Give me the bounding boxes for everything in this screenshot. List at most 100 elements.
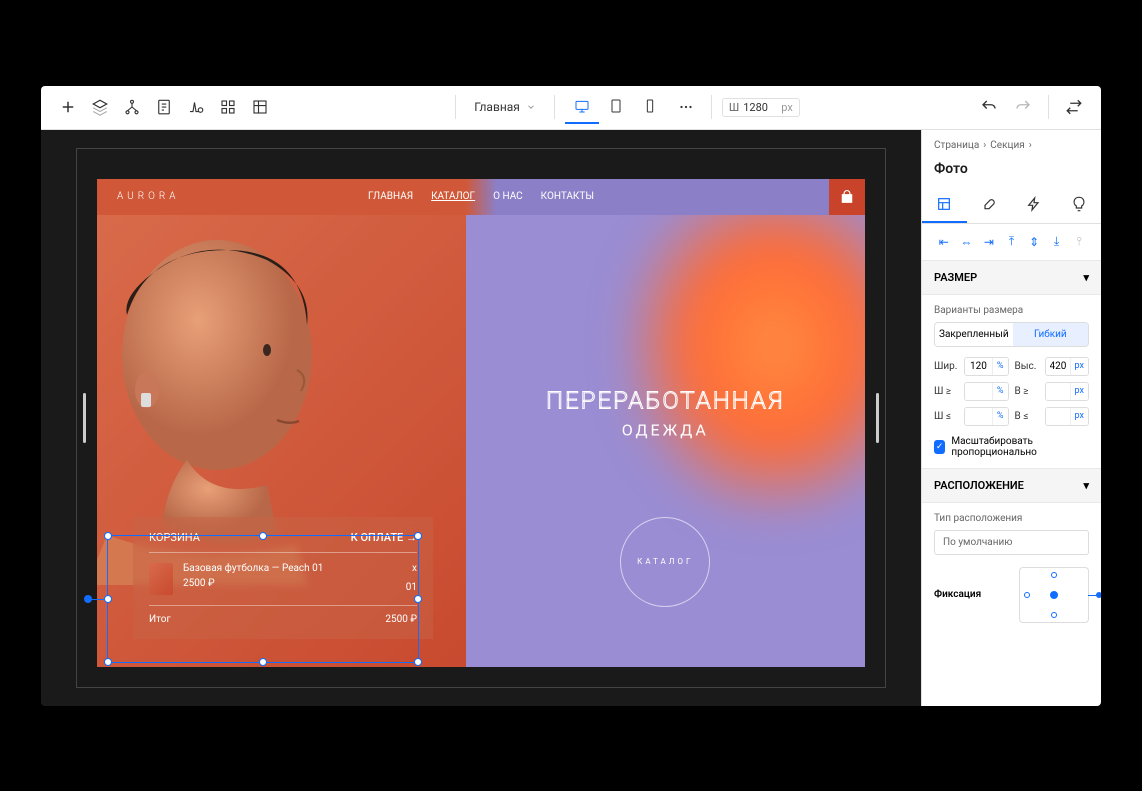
dock-grid[interactable] — [1019, 567, 1089, 623]
canvas-width-input[interactable]: Ш px — [722, 98, 800, 117]
tablet-tab[interactable] — [599, 90, 633, 124]
max-height-input[interactable] — [1046, 408, 1070, 425]
size-mode-toggle: Закрепленный Гибкий — [934, 322, 1089, 347]
breadcrumb-page[interactable]: Страница — [934, 140, 979, 151]
site-canvas[interactable]: AURORA ГЛАВНАЯ КАТАЛОГ О НАС КОНТАКТЫ — [97, 179, 865, 667]
hero-heading[interactable]: ПЕРЕРАБОТАННАЯ — [546, 387, 785, 415]
width-label: Ш — [729, 101, 739, 114]
swap-button[interactable] — [1059, 92, 1089, 122]
dock-top[interactable] — [1051, 572, 1057, 578]
cart-total-label: Итог — [149, 614, 171, 625]
site-tree-button[interactable] — [117, 92, 147, 122]
size-section-body: Варианты размера Закрепленный Гибкий Шир… — [922, 295, 1101, 468]
anchor-point[interactable] — [84, 595, 92, 603]
add-button[interactable] — [53, 92, 83, 122]
cart-remove-button[interactable]: x — [406, 563, 417, 574]
dock-right-ext[interactable] — [1096, 592, 1101, 598]
position-section-header[interactable]: РАСПОЛОЖЕНИЕ ▾ — [922, 468, 1101, 503]
nav-catalog[interactable]: КАТАЛОГ — [431, 191, 475, 202]
hero-section: ПЕРЕРАБОТАННАЯ ОДЕЖДА КАТАЛОГ КОРЗИНА К … — [97, 215, 865, 667]
position-section-body: Тип расположения По умолчанию Фиксация — [922, 503, 1101, 633]
layers-button[interactable] — [85, 92, 115, 122]
breadcrumb: Страница › Секция › — [922, 130, 1101, 157]
interactions-tab[interactable] — [1012, 187, 1057, 223]
min-width-unit[interactable]: % — [992, 383, 1008, 400]
align-bottom-button[interactable]: ⤓ — [1047, 232, 1067, 252]
catalog-button[interactable]: КАТАЛОГ — [620, 517, 710, 607]
dock-center[interactable] — [1050, 591, 1058, 599]
site-logo[interactable]: AURORA — [117, 191, 179, 202]
page-dropdown[interactable]: Главная — [466, 96, 544, 118]
chevron-down-icon: ▾ — [1083, 271, 1089, 284]
canvas-area[interactable]: AURORA ГЛАВНАЯ КАТАЛОГ О НАС КОНТАКТЫ — [41, 130, 921, 706]
min-height-input[interactable] — [1046, 383, 1070, 400]
inspector-panel: Страница › Секция › Фото ⇤ ⇔ ⇥ ⤒ ⇕ ⤓ ⫯ — [921, 130, 1101, 706]
width-field[interactable] — [743, 101, 777, 114]
hero-gradient[interactable]: ПЕРЕРАБОТАННАЯ ОДЕЖДА КАТАЛОГ — [466, 215, 865, 667]
nav-about[interactable]: О НАС — [493, 191, 523, 202]
max-width-label: Ш ≤ — [934, 411, 960, 422]
undo-button[interactable] — [974, 92, 1004, 122]
width-label: Шир. — [934, 361, 960, 372]
min-width-label: Ш ≥ — [934, 386, 960, 397]
position-type-dropdown[interactable]: По умолчанию — [934, 530, 1089, 555]
height-input[interactable] — [1046, 358, 1070, 375]
align-middle-button[interactable]: ⇕ — [1024, 232, 1044, 252]
cart-title: КОРЗИНА — [149, 531, 200, 544]
cart-item-thumb — [149, 563, 173, 595]
apps-button[interactable] — [213, 92, 243, 122]
min-height-unit[interactable]: px — [1070, 383, 1088, 400]
align-right-button[interactable]: ⇥ — [979, 232, 999, 252]
cart-item: Базовая футболка — Peach 01 2500 ₽ x 01 — [149, 563, 417, 595]
scale-proportional-row[interactable]: ✓ Масштабировать пропорционально — [934, 436, 1089, 458]
more-breakpoints-button[interactable] — [671, 92, 701, 122]
distribute-button[interactable]: ⫯ — [1069, 232, 1089, 252]
chevron-right-icon: › — [983, 140, 986, 151]
cart-total-value: 2500 ₽ — [385, 614, 417, 625]
canvas-frame: AURORA ГЛАВНАЯ КАТАЛОГ О НАС КОНТАКТЫ — [76, 148, 886, 688]
align-top-button[interactable]: ⤒ — [1002, 232, 1022, 252]
width-unit: px — [781, 101, 793, 114]
top-toolbar: Главная Ш px — [41, 86, 1101, 130]
dock-bottom[interactable] — [1051, 612, 1057, 618]
flex-mode-button[interactable]: Гибкий — [1013, 323, 1088, 346]
fixed-mode-button[interactable]: Закрепленный — [935, 323, 1013, 346]
theme-button[interactable] — [181, 92, 211, 122]
chevron-down-icon: ▾ — [1083, 479, 1089, 492]
layout-tab[interactable] — [922, 187, 967, 223]
mobile-tab[interactable] — [633, 90, 667, 124]
height-unit[interactable]: px — [1070, 358, 1088, 375]
scroll-indicator-right[interactable] — [876, 393, 879, 443]
redo-button[interactable] — [1008, 92, 1038, 122]
page-button[interactable] — [149, 92, 179, 122]
max-width-unit[interactable]: % — [992, 408, 1008, 425]
align-center-button[interactable]: ⇔ — [957, 232, 977, 252]
help-tab[interactable] — [1056, 187, 1101, 223]
hero-subheading[interactable]: ОДЕЖДА — [546, 421, 785, 440]
scroll-indicator-left[interactable] — [83, 393, 86, 443]
dock-left[interactable] — [1024, 592, 1030, 598]
site-header: AURORA ГЛАВНАЯ КАТАЛОГ О НАС КОНТАКТЫ — [97, 179, 865, 215]
max-width-input[interactable] — [965, 408, 992, 425]
max-height-unit[interactable]: px — [1070, 408, 1088, 425]
width-input[interactable] — [965, 358, 992, 375]
min-width-input[interactable] — [965, 383, 992, 400]
size-section-header[interactable]: РАЗМЕР ▾ — [922, 260, 1101, 295]
cms-button[interactable] — [245, 92, 275, 122]
alignment-row: ⇤ ⇔ ⇥ ⤒ ⇕ ⤓ ⫯ — [922, 224, 1101, 260]
checkout-link[interactable]: К ОПЛАТЕ → — [351, 531, 417, 544]
width-unit[interactable]: % — [992, 358, 1008, 375]
inspector-tabs — [922, 187, 1101, 224]
editor-app: Главная Ш px AURORA — [41, 86, 1101, 706]
device-tabs — [565, 90, 667, 124]
hero-text: ПЕРЕРАБОТАННАЯ ОДЕЖДА — [546, 387, 785, 440]
cart-widget[interactable]: КОРЗИНА К ОПЛАТЕ → Базовая футболка — Pe… — [133, 517, 433, 639]
style-tab[interactable] — [967, 187, 1012, 223]
nav-contacts[interactable]: КОНТАКТЫ — [541, 191, 594, 202]
breadcrumb-section[interactable]: Секция — [990, 140, 1024, 151]
cart-icon[interactable] — [829, 179, 865, 215]
height-label: Выс. — [1015, 361, 1041, 372]
nav-home[interactable]: ГЛАВНАЯ — [368, 191, 413, 202]
align-left-button[interactable]: ⇤ — [934, 232, 954, 252]
desktop-tab[interactable] — [565, 90, 599, 124]
